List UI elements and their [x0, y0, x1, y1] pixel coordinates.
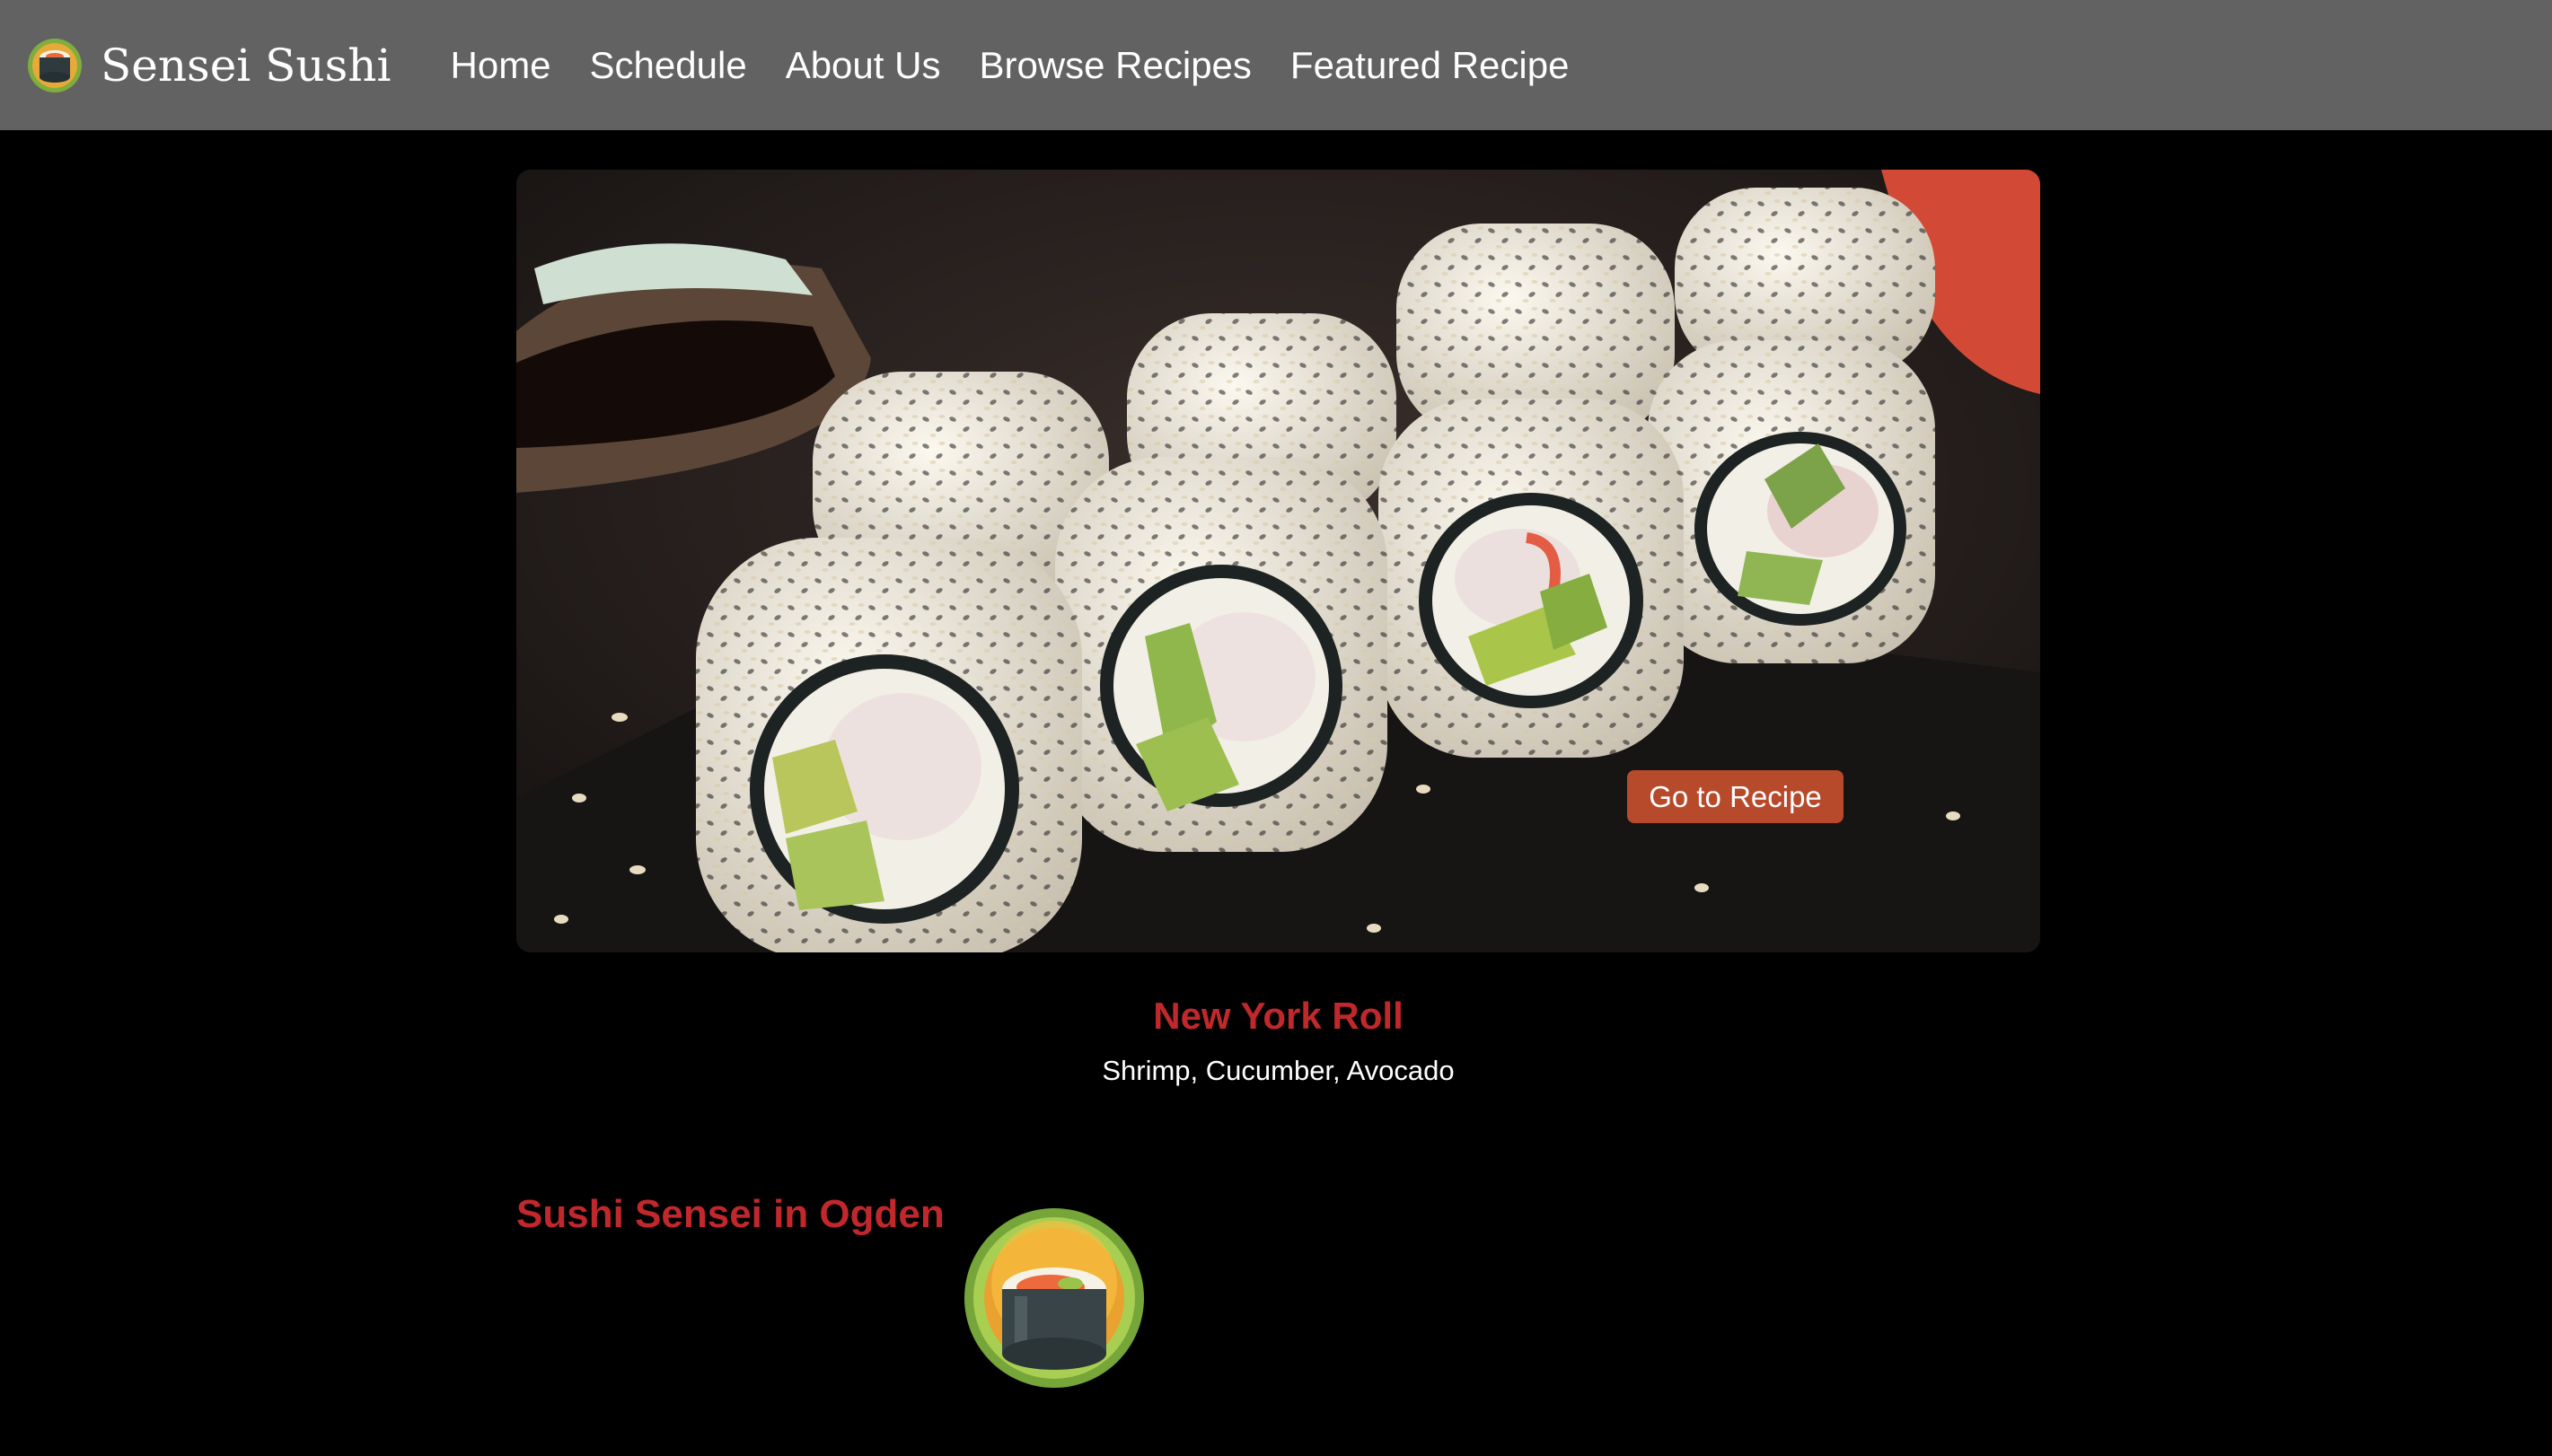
nav-link-home[interactable]: Home [451, 44, 551, 87]
sushi-roll-icon [28, 38, 82, 92]
section-heading: Sushi Sensei in Ogden [516, 1192, 945, 1236]
sushi-logo-icon [964, 1208, 1144, 1388]
nav-link-browse-recipes[interactable]: Browse Recipes [979, 44, 1251, 87]
navbar: Sensei Sushi Home Schedule About Us Brow… [0, 0, 2552, 130]
nav-link-about-us[interactable]: About Us [786, 44, 941, 87]
go-to-recipe-button[interactable]: Go to Recipe [1627, 770, 1844, 823]
brand[interactable]: Sensei Sushi [27, 38, 392, 93]
nav-links: Home Schedule About Us Browse Recipes Fe… [451, 44, 1608, 87]
brand-name: Sensei Sushi [101, 39, 392, 92]
recipe-title: New York Roll [1153, 995, 1404, 1037]
nav-link-schedule[interactable]: Schedule [590, 44, 747, 87]
sushi-rolls-photo [516, 170, 2040, 952]
nav-link-featured-recipe[interactable]: Featured Recipe [1290, 44, 1570, 87]
recipe-ingredients: Shrimp, Cucumber, Avocado [1102, 1055, 1455, 1086]
featured-recipe-carousel[interactable] [516, 170, 2040, 952]
